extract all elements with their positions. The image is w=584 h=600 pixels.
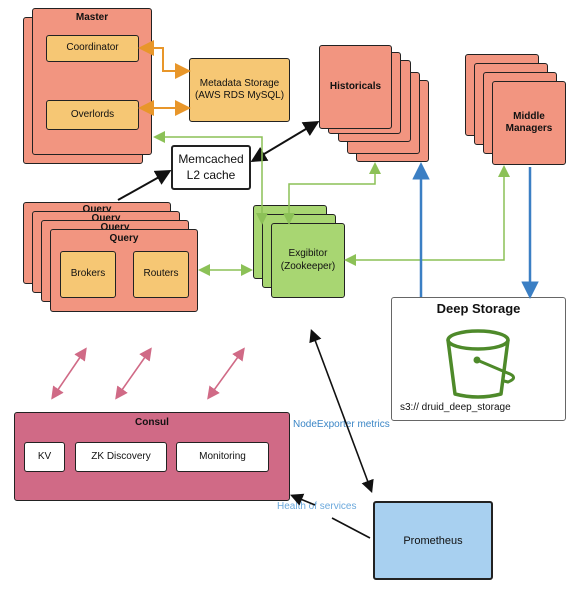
metadata-storage-box[interactable]: Metadata Storage (AWS RDS MySQL)	[189, 58, 290, 122]
query-memcached-edge	[117, 170, 172, 201]
consul-link-3	[207, 347, 245, 400]
middle-managers-node[interactable]: Middle Managers	[492, 81, 566, 165]
deep-storage-box[interactable]: Deep Storage s3:// druid_deep_storage	[391, 297, 566, 421]
memcached-line2: L2 cache	[186, 167, 236, 182]
deep-storage-path: s3:// druid_deep_storage	[400, 402, 511, 413]
health-of-services-label: Health of services	[277, 501, 357, 512]
query-title: Query	[109, 233, 139, 244]
deep-storage-title: Deep Storage	[436, 301, 521, 316]
historicals-node[interactable]: Historicals	[319, 45, 392, 129]
memcached-box[interactable]: Memcached L2 cache	[171, 145, 251, 190]
consul-title: Consul	[135, 417, 169, 428]
consul-monitoring-box[interactable]: Monitoring	[176, 442, 269, 472]
middle-managers-line1: Middle	[513, 110, 545, 122]
consul-kv-label: KV	[37, 450, 52, 462]
metadata-line1: Metadata Storage	[199, 77, 280, 89]
memcached-historicals-edge	[250, 120, 320, 163]
consul-kv-box[interactable]: KV	[24, 442, 65, 472]
exhibitor-prometheus-edge	[309, 329, 374, 493]
consul-link-2	[115, 347, 152, 400]
coordinator-label: Coordinator	[66, 42, 119, 54]
overlords-label: Overlords	[70, 108, 115, 120]
prometheus-title: Prometheus	[403, 534, 463, 547]
brokers-label: Brokers	[70, 268, 106, 280]
coordinator-box[interactable]: Coordinator	[46, 35, 139, 62]
master-title: Master	[75, 12, 109, 23]
overlords-box[interactable]: Overlords	[46, 100, 139, 130]
consul-zk-box[interactable]: ZK Discovery	[75, 442, 167, 472]
brokers-box[interactable]: Brokers	[60, 251, 116, 298]
routers-label: Routers	[143, 268, 179, 280]
exhibitor-node[interactable]: Exgibitor (Zookeeper)	[271, 223, 345, 298]
exhibitor-line2: (Zookeeper)	[280, 260, 336, 272]
master-node[interactable]: Master	[32, 8, 152, 155]
historicals-title: Historicals	[329, 80, 382, 92]
node-exporter-label: NodeExporter metrics	[293, 419, 390, 430]
metadata-line2: (AWS RDS MySQL)	[194, 90, 285, 101]
exhibitor-line1: Exgibitor	[288, 248, 328, 259]
middle-managers-line2: Managers	[505, 123, 553, 134]
exhibitor-middlemanagers-edge	[344, 165, 510, 266]
consul-zk-label: ZK Discovery	[91, 450, 151, 462]
memcached-line1: Memcached	[178, 151, 244, 166]
s3-bucket-icon	[446, 329, 515, 399]
routers-box[interactable]: Routers	[133, 251, 189, 298]
consul-link-1	[51, 347, 87, 400]
consul-monitoring-label: Monitoring	[199, 450, 246, 462]
prometheus-box[interactable]: Prometheus	[373, 501, 493, 580]
